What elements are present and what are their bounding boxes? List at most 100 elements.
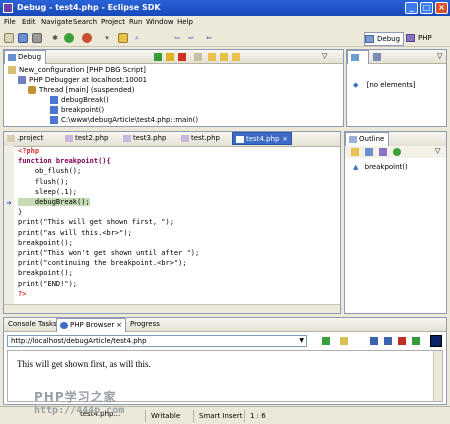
code-line: ob_flush(); (18, 167, 82, 176)
breakpoints-icon[interactable] (373, 53, 381, 61)
tree-frame-debugbreak[interactable]: debugBreak() (50, 95, 109, 105)
menu-search[interactable]: Search (73, 18, 97, 26)
tab-test3[interactable]: test3.php (120, 132, 170, 145)
menu-run[interactable]: Run (129, 18, 142, 26)
menu-bar: File Edit Navigate Search Project Run Wi… (0, 16, 450, 29)
build-icon[interactable]: ▾ (102, 33, 112, 43)
outline-toolbar: ▽ (345, 146, 446, 158)
tab-test4[interactable]: test4.php × (232, 132, 292, 145)
step-return-icon[interactable] (232, 53, 240, 61)
eclipse-debug-icon (3, 3, 13, 13)
dropdown-arrow-icon[interactable]: ▼ (299, 336, 304, 346)
hide-fields-icon[interactable] (365, 148, 373, 156)
last-edit-icon[interactable]: ⇐ (204, 33, 214, 43)
print-icon[interactable] (32, 33, 42, 43)
view-menu-icon[interactable]: ▽ (437, 52, 442, 60)
tree-frame-main[interactable]: C:\www\debugArticle\test4.php::main() (50, 115, 198, 125)
color-swatch[interactable] (430, 335, 442, 347)
bottom-tabs: Console Tasks PHP Browser × Progress (4, 318, 446, 332)
stack-frame-icon (50, 96, 58, 104)
open-type-icon[interactable] (118, 33, 128, 43)
tree-launch-config[interactable]: New_configuration [PHP DBG Script] (8, 65, 146, 75)
save-icon[interactable] (18, 33, 28, 43)
tab-outline[interactable]: Outline (345, 132, 390, 146)
close-button[interactable]: × (435, 2, 448, 14)
menu-help[interactable]: Help (177, 18, 193, 26)
suspend-icon[interactable] (166, 53, 174, 61)
resume-icon[interactable] (154, 53, 162, 61)
variables-view: ▽ ◆ [no elements] (346, 49, 447, 127)
new-icon[interactable] (4, 33, 14, 43)
code-line: breakpoint(); (18, 238, 73, 247)
view-menu-icon[interactable]: ▽ (322, 52, 327, 60)
tree-thread[interactable]: Thread [main] (suspended) (28, 85, 134, 95)
stop-icon[interactable] (398, 337, 406, 345)
url-input[interactable]: http://localhost/debugArticle/test4.php … (7, 335, 307, 347)
go-icon[interactable] (322, 337, 330, 345)
perspective-php[interactable]: PHP (406, 32, 432, 44)
view-menu-icon[interactable]: ▽ (435, 147, 440, 155)
stack-frame-icon (50, 116, 58, 124)
tree-debugger[interactable]: PHP Debugger at localhost:10001 (18, 75, 147, 85)
tab-test[interactable]: test.php (178, 132, 224, 145)
watermark-title: PHP学习之家 (34, 390, 117, 404)
code-line: } (18, 208, 23, 217)
debugger-icon (18, 76, 26, 84)
menu-window[interactable]: Window (146, 18, 174, 26)
outline-item[interactable]: ▲ breakpoint() (353, 163, 408, 171)
tree-frame-breakpoint[interactable]: breakpoint() (50, 105, 104, 115)
code-line: print("This will get shown first, "); (18, 218, 174, 227)
globe-icon (60, 322, 68, 329)
tab-project[interactable]: .project (4, 132, 48, 145)
tab-variables[interactable] (347, 50, 369, 64)
browser-vscrollbar[interactable] (433, 351, 442, 401)
back-icon[interactable] (370, 337, 378, 345)
menu-navigate[interactable]: Navigate (41, 18, 72, 26)
current-line: debugBreak(); (18, 198, 90, 207)
debug-view-icon (8, 54, 16, 61)
instruction-pointer-icon: ➜ (6, 199, 12, 207)
editor-ruler: ➜ (4, 146, 14, 306)
php-file-icon (123, 135, 131, 142)
tab-progress[interactable]: Progress (126, 318, 164, 331)
tab-php-browser[interactable]: PHP Browser × (56, 318, 126, 332)
disconnect-icon[interactable] (194, 53, 202, 61)
terminate-icon[interactable] (178, 53, 186, 61)
debug-config-icon[interactable]: ✱ (50, 33, 60, 43)
browser-settings-icon[interactable] (340, 337, 348, 345)
code-line: print("This won't get shown until after … (18, 249, 200, 258)
watermark: PHP学习之家 http://444p.com (34, 388, 174, 422)
close-tab-icon[interactable]: × (282, 133, 288, 146)
php-perspective-icon (406, 34, 415, 42)
step-over-icon[interactable] (220, 53, 228, 61)
code-area[interactable]: <?php function breakpoint(){ ob_flush();… (18, 146, 199, 299)
editor-hscrollbar[interactable] (4, 304, 340, 313)
debug-view-header: Debug ▽ (4, 50, 343, 64)
launch-icon (8, 66, 16, 74)
debug-view: Debug ▽ New_configuration [PHP DBG Scrip… (3, 49, 344, 127)
tab-test2[interactable]: test2.php (62, 132, 112, 145)
sort-icon[interactable] (351, 148, 359, 156)
code-line: ?> (18, 289, 27, 298)
refresh-icon[interactable] (412, 337, 420, 345)
forward-icon[interactable] (384, 337, 392, 345)
forward-arrow-icon[interactable]: ⇨ (186, 33, 196, 43)
minimize-button[interactable]: _ (405, 2, 418, 14)
hide-static-icon[interactable] (379, 148, 387, 156)
maximize-button[interactable]: □ (420, 2, 433, 14)
menu-edit[interactable]: Edit (22, 18, 36, 26)
run-icon[interactable] (64, 33, 74, 43)
close-tab-icon[interactable]: × (116, 319, 122, 332)
step-into-icon[interactable] (208, 53, 216, 61)
window-title: Debug - test4.php - Eclipse SDK (17, 3, 161, 12)
back-arrow-icon[interactable]: ⇦ (172, 33, 182, 43)
outline-view-header: Outline (345, 132, 446, 147)
menu-project[interactable]: Project (101, 18, 125, 26)
variables-empty-label: [no elements] (366, 81, 416, 89)
tab-debug[interactable]: Debug (4, 50, 47, 64)
search-icon[interactable]: ⌕ (132, 33, 142, 43)
menu-file[interactable]: File (4, 18, 16, 26)
hide-nonpublic-icon[interactable] (393, 148, 401, 156)
perspective-debug[interactable]: Debug (364, 32, 405, 46)
external-tools-icon[interactable] (82, 33, 92, 43)
